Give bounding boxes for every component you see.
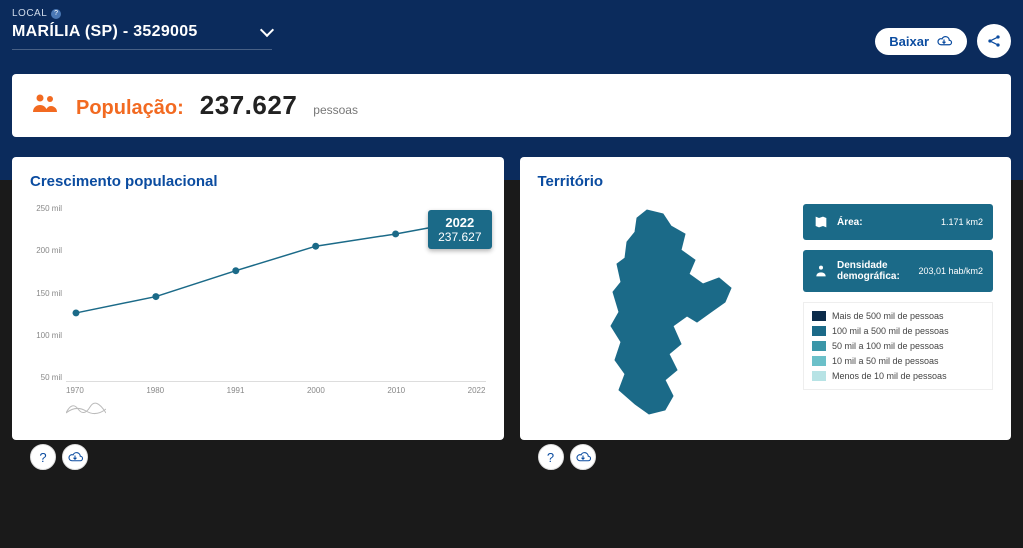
cloud-download-icon [935, 34, 953, 48]
territory-panel: Território Área: 1.171 km2 [520, 157, 1012, 440]
legend-label: 10 mil a 50 mil de pessoas [832, 356, 939, 366]
share-button[interactable] [977, 24, 1011, 58]
growth-panel: Crescimento populacional 50 mil 100 mil … [12, 157, 504, 440]
density-box: Densidade demográfica: 203,01 hab/km2 [803, 250, 993, 292]
legend-label: 50 mil a 100 mil de pessoas [832, 341, 944, 351]
sparkline-icon[interactable] [66, 399, 106, 415]
share-icon [986, 33, 1002, 49]
local-label: LOCAL ? [12, 8, 1011, 19]
territory-actions: ? [538, 444, 596, 470]
chart-tooltip: 2022 237.627 [428, 210, 491, 249]
map-shape [611, 210, 731, 414]
legend-item: 100 mil a 500 mil de pessoas [812, 326, 984, 336]
growth-chart: 50 mil 100 mil 150 mil 200 mil 250 mil 2… [30, 204, 486, 404]
help-icon[interactable]: ? [51, 9, 61, 19]
legend-swatch [812, 356, 826, 366]
chevron-down-icon [260, 23, 274, 37]
y-axis-ticks: 50 mil 100 mil 150 mil 200 mil 250 mil [30, 204, 66, 382]
legend-item: 10 mil a 50 mil de pessoas [812, 356, 984, 366]
population-unit: pessoas [313, 103, 358, 117]
line-chart-svg [66, 204, 486, 381]
population-value: 237.627 [200, 90, 297, 121]
legend-item: Mais de 500 mil de pessoas [812, 311, 984, 321]
map-icon [813, 214, 829, 230]
growth-help-button[interactable]: ? [30, 444, 56, 470]
map-legend: Mais de 500 mil de pessoas 100 mil a 500 … [803, 302, 993, 390]
locality-name: MARÍLIA (SP) - 3529005 [12, 23, 198, 41]
legend-swatch [812, 311, 826, 321]
legend-label: Mais de 500 mil de pessoas [832, 311, 944, 321]
density-icon [813, 263, 829, 279]
growth-title: Crescimento populacional [30, 173, 486, 190]
territory-title: Território [538, 173, 994, 190]
people-icon [32, 92, 60, 114]
legend-item: 50 mil a 100 mil de pessoas [812, 341, 984, 351]
territory-download-button[interactable] [570, 444, 596, 470]
locality-selector[interactable]: MARÍLIA (SP) - 3529005 [12, 19, 272, 50]
territory-map[interactable] [538, 204, 788, 424]
growth-download-button[interactable] [62, 444, 88, 470]
area-box: Área: 1.171 km2 [803, 204, 993, 240]
legend-label: 100 mil a 500 mil de pessoas [832, 326, 949, 336]
legend-label: Menos de 10 mil de pessoas [832, 371, 947, 381]
population-label: População: [76, 97, 184, 120]
header-actions: Baixar [875, 24, 1011, 58]
page-header: LOCAL ? MARÍLIA (SP) - 3529005 Baixar [0, 0, 1023, 50]
territory-info: Área: 1.171 km2 Densidade demográfica: 2… [803, 204, 993, 424]
legend-swatch [812, 341, 826, 351]
cloud-download-icon [66, 450, 84, 464]
legend-swatch [812, 371, 826, 381]
growth-actions: ? [30, 444, 88, 470]
territory-help-button[interactable]: ? [538, 444, 564, 470]
legend-item: Menos de 10 mil de pessoas [812, 371, 984, 381]
legend-swatch [812, 326, 826, 336]
panels-row: Crescimento populacional 50 mil 100 mil … [0, 137, 1023, 448]
population-card: População: 237.627 pessoas [12, 74, 1011, 137]
x-axis-ticks: 1970 1980 1991 2000 2010 2022 [66, 382, 486, 395]
download-label: Baixar [889, 34, 929, 49]
cloud-download-icon [574, 450, 592, 464]
download-button[interactable]: Baixar [875, 28, 967, 55]
